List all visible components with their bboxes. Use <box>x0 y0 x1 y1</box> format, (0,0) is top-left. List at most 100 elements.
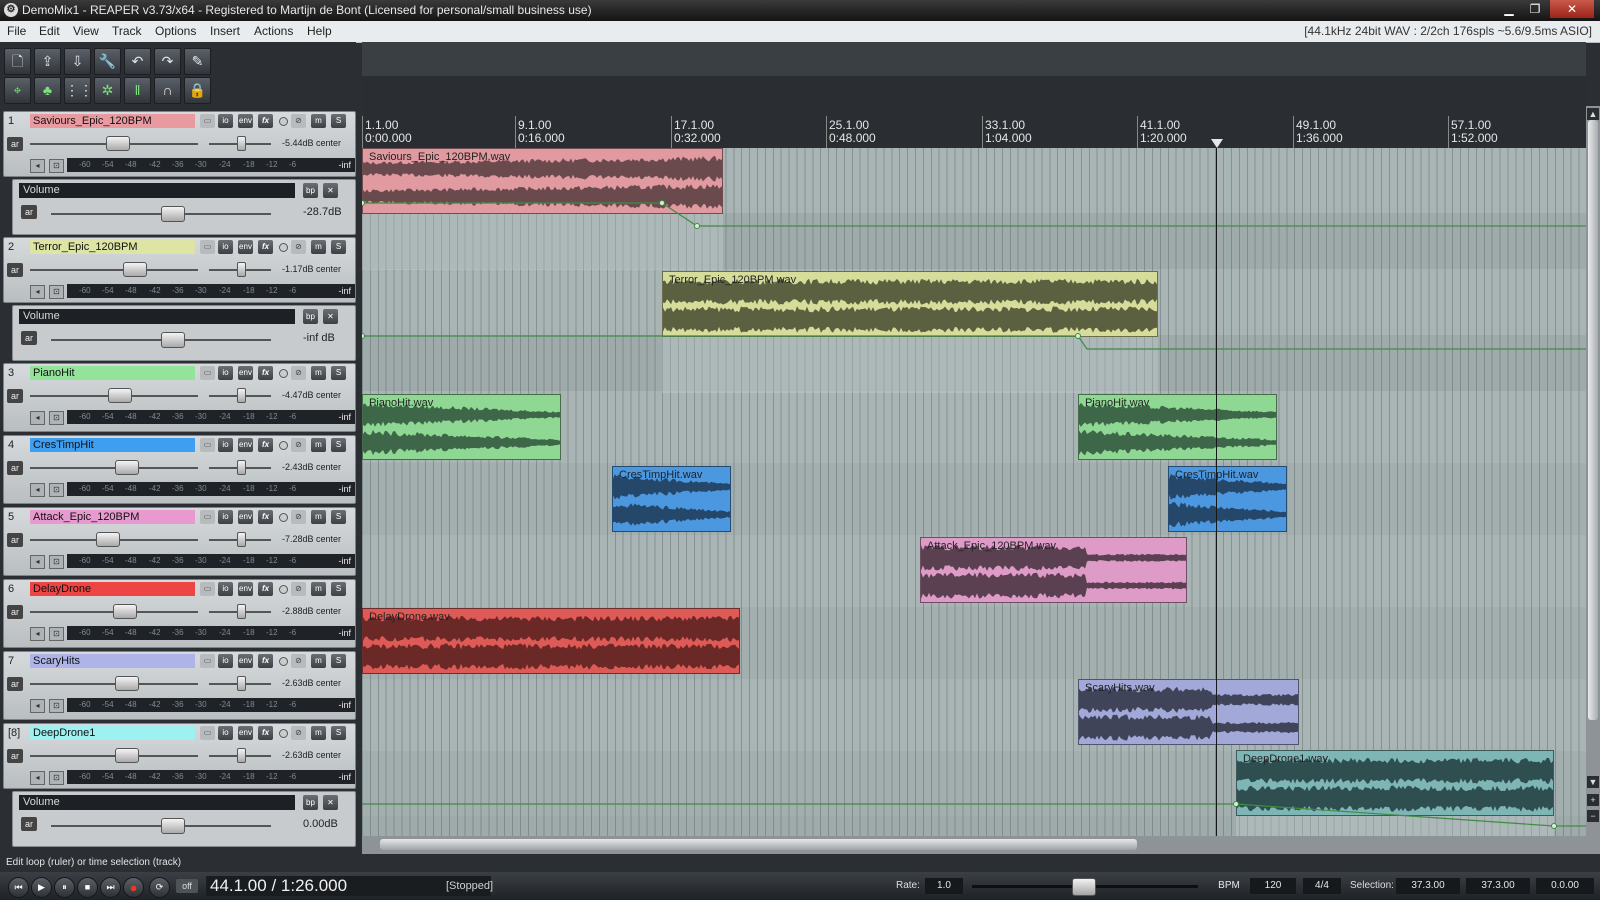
menu-insert[interactable]: Insert <box>210 24 240 38</box>
envelope-name[interactable]: Volume <box>19 183 295 198</box>
envelope-arm-button[interactable]: ar <box>21 331 37 345</box>
fx-button[interactable]: fx <box>258 366 273 380</box>
record-button[interactable]: ● <box>123 877 144 898</box>
stop-button[interactable]: ■ <box>77 877 98 898</box>
pan-knob[interactable] <box>237 460 246 475</box>
menu-track[interactable]: Track <box>112 24 142 38</box>
mute-button[interactable]: m <box>311 582 326 596</box>
envelope-lines[interactable] <box>362 42 1586 854</box>
track-name[interactable]: ScaryHits <box>30 654 195 668</box>
save-project-button[interactable]: ⇩ <box>64 48 91 75</box>
record-arm-button[interactable]: ar <box>7 749 23 763</box>
go-to-start-button[interactable]: ⏮ <box>8 877 29 898</box>
volume-knob[interactable] <box>108 388 133 403</box>
horizontal-scroll-thumb[interactable] <box>380 839 1137 850</box>
track-name[interactable]: CresTimpHit <box>30 438 195 452</box>
phase-icon[interactable] <box>279 729 288 738</box>
scroll-down-icon[interactable]: ▼ <box>1587 776 1599 788</box>
monitor-icon[interactable]: ⊘ <box>291 366 306 380</box>
fx-button[interactable]: fx <box>258 582 273 596</box>
mute-button[interactable]: m <box>311 114 326 128</box>
horizontal-scrollbar[interactable] <box>362 836 1586 854</box>
io-button[interactable]: io <box>218 726 233 740</box>
solo-button[interactable]: S <box>331 438 346 452</box>
menu-view[interactable]: View <box>73 24 99 38</box>
envelope-point[interactable] <box>362 200 365 206</box>
envelope-close-button[interactable]: ✕ <box>323 309 338 324</box>
maximize-button[interactable]: ❐ <box>1522 0 1548 18</box>
solo-button[interactable]: S <box>331 726 346 740</box>
play-button[interactable]: ▶ <box>31 877 52 898</box>
record-mode-icon[interactable]: ◂ <box>30 159 45 173</box>
envelope-close-button[interactable]: ✕ <box>323 795 338 810</box>
envelope-lane-control[interactable]: Volume bp ✕ ar -inf dB <box>12 305 356 361</box>
volume-envelope-line[interactable] <box>362 202 1586 227</box>
item-grouping-button[interactable]: ✲ <box>94 77 121 104</box>
new-project-button[interactable]: 🗋 <box>4 48 31 75</box>
auto-crossfade-button[interactable]: ∩ <box>154 77 181 104</box>
track-control-panel[interactable]: 6 DelayDrone ▭ io env fx ⊘ m Sar -2.88dB center ◂ ⊡… <box>3 579 356 648</box>
env-button[interactable]: env <box>238 240 253 254</box>
phase-icon[interactable] <box>279 513 288 522</box>
record-mode-icon[interactable]: ◂ <box>30 699 45 713</box>
input-icon[interactable]: ⊡ <box>49 627 64 641</box>
volume-envelope-line[interactable] <box>362 803 1586 827</box>
grid-snap-button[interactable]: ⌖ <box>4 77 31 104</box>
solo-button[interactable]: S <box>331 654 346 668</box>
redo-button[interactable]: ↷ <box>154 48 181 75</box>
monitor-icon[interactable]: ⊘ <box>291 240 306 254</box>
monitor-icon[interactable]: ⊘ <box>291 654 306 668</box>
close-button[interactable]: ✕ <box>1550 0 1594 18</box>
phase-icon[interactable] <box>279 585 288 594</box>
solo-button[interactable]: S <box>331 510 346 524</box>
env-button[interactable]: env <box>238 582 253 596</box>
undo-button[interactable]: ↶ <box>124 48 151 75</box>
repeat-toggle-button[interactable]: ⟳ <box>149 877 170 898</box>
record-arm-button[interactable]: ar <box>7 263 23 277</box>
solo-button[interactable]: S <box>331 240 346 254</box>
volume-knob[interactable] <box>114 460 139 475</box>
grid-lines-button[interactable]: ⋮⋮ <box>64 77 93 104</box>
menu-options[interactable]: Options <box>155 24 196 38</box>
io-button[interactable]: io <box>218 114 233 128</box>
envelope-bypass-button[interactable]: bp <box>303 795 318 810</box>
volume-knob[interactable] <box>96 532 121 547</box>
envelope-bypass-button[interactable]: bp <box>303 183 318 198</box>
go-to-end-button[interactable]: ⏭ <box>100 877 121 898</box>
selection-start-field[interactable]: 37.3.00 <box>1396 878 1460 894</box>
mute-button[interactable]: m <box>311 510 326 524</box>
fx-button[interactable]: fx <box>258 654 273 668</box>
record-arm-button[interactable]: ar <box>7 677 23 691</box>
io-button[interactable]: io <box>218 438 233 452</box>
monitor-icon[interactable]: ⊘ <box>291 438 306 452</box>
env-button[interactable]: env <box>238 438 253 452</box>
env-button[interactable]: env <box>238 114 253 128</box>
open-project-button[interactable]: ⇪ <box>34 48 61 75</box>
minimize-button[interactable]: ▁ <box>1496 0 1522 18</box>
track-name[interactable]: PianoHit <box>30 366 195 380</box>
phase-icon[interactable] <box>279 441 288 450</box>
solo-button[interactable]: S <box>331 582 346 596</box>
track-control-panel[interactable]: 4 CresTimpHit ▭ io env fx ⊘ m Sar -2.43dB center ◂… <box>3 435 356 504</box>
input-icon[interactable]: ⊡ <box>49 159 64 173</box>
mute-button[interactable]: m <box>311 240 326 254</box>
envelope-name[interactable]: Volume <box>19 309 295 324</box>
menu-help[interactable]: Help <box>307 24 332 38</box>
fx-button[interactable]: fx <box>258 114 273 128</box>
record-mode-icon[interactable]: ◂ <box>30 483 45 497</box>
arrange-view[interactable]: 1.1.00 0:00.000 9.1.00 0:16.000 17.1.00 0:32.… <box>362 42 1586 854</box>
envelope-lane-control[interactable]: Volume bp ✕ ar 0.00dB <box>12 791 356 847</box>
record-arm-button[interactable]: ar <box>7 137 23 151</box>
pan-knob[interactable] <box>237 136 246 151</box>
monitor-icon[interactable]: ⊘ <box>291 582 306 596</box>
time-signature-field[interactable]: 4/4 <box>1303 878 1341 894</box>
track-name[interactable]: DeepDrone1 <box>30 726 195 740</box>
input-icon[interactable]: ⊡ <box>49 699 64 713</box>
record-mode-icon[interactable]: ◂ <box>30 285 45 299</box>
folder-icon[interactable]: ▭ <box>200 582 215 596</box>
track-name[interactable]: Attack_Epic_120BPM <box>30 510 195 524</box>
folder-icon[interactable]: ▭ <box>200 654 215 668</box>
mute-button[interactable]: m <box>311 438 326 452</box>
record-arm-button[interactable]: ar <box>7 461 23 475</box>
io-button[interactable]: io <box>218 582 233 596</box>
